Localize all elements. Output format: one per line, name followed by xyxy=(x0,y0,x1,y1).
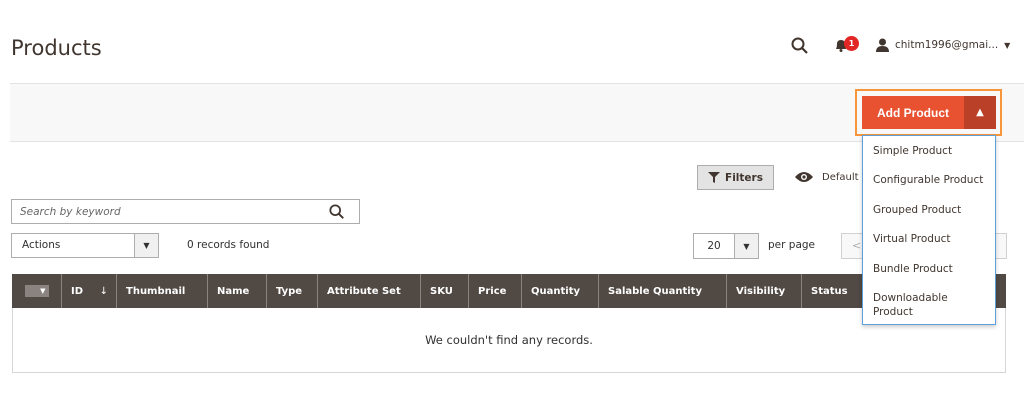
search-input[interactable] xyxy=(20,205,329,218)
page-title: Products xyxy=(11,36,102,60)
filters-button[interactable]: Filters xyxy=(697,165,774,190)
chevron-down-icon: ▼ xyxy=(1004,40,1011,50)
column-visibility[interactable]: Visibility xyxy=(727,274,802,308)
menu-item-downloadable[interactable]: Downloadable Product xyxy=(863,284,963,326)
column-id[interactable]: ID ↓ xyxy=(62,274,117,308)
sort-arrow-icon: ↓ xyxy=(99,285,108,297)
add-product-button[interactable]: Add Product xyxy=(862,96,964,129)
records-found: 0 records found xyxy=(187,239,270,251)
user-icon xyxy=(876,38,889,52)
column-name[interactable]: Name xyxy=(208,274,267,308)
user-email: chitm1996@gmai... xyxy=(895,39,999,51)
per-page-value: 20 xyxy=(707,240,721,252)
eye-icon[interactable] xyxy=(795,171,813,183)
per-page-select[interactable]: 20 ▼ xyxy=(693,233,759,259)
user-menu[interactable]: chitm1996@gmai... ▼ xyxy=(876,38,1010,52)
menu-item-bundle[interactable]: Bundle Product xyxy=(863,254,995,284)
add-product-menu: Simple Product Configurable Product Grou… xyxy=(862,135,996,325)
actions-select[interactable]: Actions ▼ xyxy=(11,233,159,258)
column-price[interactable]: Price xyxy=(469,274,522,308)
keyword-search xyxy=(11,199,360,224)
column-thumbnail[interactable]: Thumbnail xyxy=(117,274,208,308)
menu-item-configurable[interactable]: Configurable Product xyxy=(863,166,995,196)
column-salable-quantity[interactable]: Salable Quantity xyxy=(599,274,727,308)
filter-icon xyxy=(708,172,721,183)
actions-label: Actions xyxy=(22,239,61,251)
menu-item-virtual[interactable]: Virtual Product xyxy=(863,225,995,255)
mass-select-checkbox[interactable]: ▼ xyxy=(12,274,62,308)
search-icon[interactable] xyxy=(791,37,809,55)
per-page-label: per page xyxy=(768,239,816,251)
empty-message: We couldn't find any records. xyxy=(12,308,1006,373)
notification-badge[interactable]: 1 xyxy=(844,36,859,51)
search-icon[interactable] xyxy=(329,203,345,220)
column-sku[interactable]: SKU xyxy=(421,274,469,308)
caret-up-icon[interactable]: ▲ xyxy=(964,96,996,129)
prev-page-button[interactable]: < xyxy=(852,239,861,252)
filters-label: Filters xyxy=(725,171,763,184)
add-product-split-button[interactable]: Add Product ▲ xyxy=(862,96,996,129)
chevron-down-icon: ▼ xyxy=(134,234,158,257)
table-header: ▼ ID ↓ Thumbnail Name Type Attribute Set … xyxy=(12,274,1006,308)
column-quantity[interactable]: Quantity xyxy=(522,274,599,308)
menu-item-simple[interactable]: Simple Product xyxy=(863,136,995,166)
menu-item-grouped[interactable]: Grouped Product xyxy=(863,195,995,225)
chevron-down-icon: ▼ xyxy=(734,234,758,258)
column-attribute-set[interactable]: Attribute Set xyxy=(318,274,421,308)
column-type[interactable]: Type xyxy=(267,274,318,308)
